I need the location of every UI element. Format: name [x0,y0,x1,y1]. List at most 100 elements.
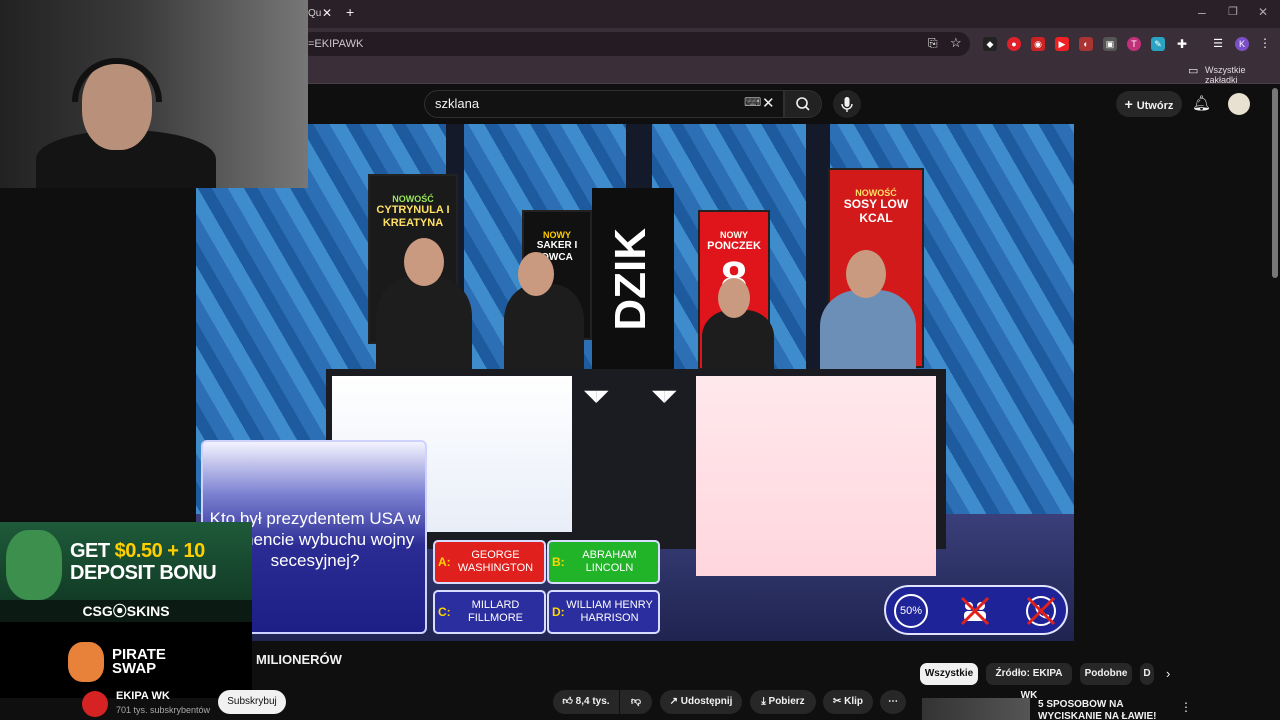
thumbs-down-icon: 👎︎ [630,696,642,707]
pirateswap-logo: PIRATE SWAP [112,647,166,676]
extension-icon[interactable]: ◐ [1079,37,1093,51]
search-icon [796,97,810,111]
extensions-puzzle-icon[interactable]: ✚ [1175,37,1189,51]
all-bookmarks-link[interactable]: Wszystkie zakładki [1205,65,1280,85]
ask-audience-used-icon [958,594,992,628]
person-contestant-2 [820,290,916,380]
share-icon: ↗ [669,696,681,707]
answer-a: A: GEORGE WASHINGTON [433,540,546,584]
person-host-1 [376,276,472,376]
create-label: Utwórz [1136,100,1174,112]
download-label: Pobierz [768,696,805,707]
download-button[interactable]: ⤓ Pobierz [750,690,816,714]
person-head [846,250,886,298]
answer-c: C: MILLARD FILLMORE [433,590,546,634]
create-button[interactable]: + Utwórz [1116,91,1182,117]
channel-name[interactable]: EKIPA WK [116,690,170,702]
new-tab-icon[interactable]: + [346,4,354,20]
person-host-2 [504,284,584,374]
profile-avatar[interactable]: K [1235,37,1249,51]
voice-search-button[interactable] [833,90,861,118]
answer-letter: C: [438,604,451,619]
folder-icon: ▭ [1188,65,1199,77]
answer-d: D: WILLIAM HENRY HARRISON [547,590,660,634]
channel-avatar[interactable] [82,691,108,717]
phone-friend-used-icon [1024,594,1058,628]
answer-letter: B: [552,554,565,569]
clip-button[interactable]: ✂ Klip [823,690,873,714]
answer-text: WILLIAM HENRY HARRISON [566,599,653,624]
banner-title: SOSY LOW KCAL [843,197,909,226]
csgskins-brand: CSG⦿SKINS [0,600,252,622]
answer-text: MILLARD FILLMORE [467,599,523,624]
subscribe-button[interactable]: Subskrybuj [218,690,286,714]
banner-new-label: NOWY [543,230,571,240]
bookmark-star-icon[interactable]: ☆ [950,35,962,51]
window-close-icon[interactable]: ✕ [1258,5,1268,19]
extension-icon[interactable]: ✎ [1151,37,1165,51]
chevron-right-icon[interactable]: › [1166,666,1170,681]
notifications-bell-icon[interactable]: 🔔︎ [1192,94,1211,112]
reading-list-icon[interactable]: ☰ [1211,37,1225,51]
chip-more[interactable]: D [1140,663,1154,685]
chip-similar[interactable]: Podobne [1080,663,1132,685]
share-label: Udostępnij [680,696,733,707]
banner-new-label: NOWY [720,230,748,240]
extension-icon[interactable]: ● [1007,37,1021,51]
extension-icon[interactable]: ▣ [1103,37,1117,51]
plus-icon: + [1124,96,1137,112]
search-button[interactable] [784,90,822,118]
account-avatar[interactable] [1228,93,1250,115]
person-head [404,238,444,286]
extension-icon[interactable]: ◉ [1031,37,1045,51]
like-button[interactable]: 👍︎ 8,4 tys. [553,690,619,714]
desk-screen-right [696,376,936,576]
subscriber-count: 701 tys. subskrybentów [116,705,211,715]
share-button[interactable]: ↗ Udostępnij [660,690,742,714]
video-title: MILIONERÓW [256,652,342,667]
keyboard-icon[interactable]: ⌨ [744,95,761,109]
install-app-icon[interactable]: ⎘ [928,36,938,51]
answer-text: GEORGE WASHINGTON [457,549,534,574]
more-icon: ⋯ [888,696,898,707]
recommended-thumbnail[interactable] [922,698,1030,720]
banner-new-label: NOWOŚĆ [392,194,434,204]
download-icon: ⤓ [761,696,769,707]
search-input[interactable]: szklana [424,90,784,118]
answer-b: B: ABRAHAM LINCOLN [547,540,660,584]
clear-search-icon[interactable]: ✕ [762,94,775,112]
chip-source[interactable]: Źródło: EKIPA WK [986,663,1072,701]
microphone-icon [841,97,853,112]
more-actions-button[interactable]: ⋯ [880,690,906,714]
clip-label: Klip [844,696,864,707]
minimize-icon[interactable]: – [1198,4,1206,20]
ad-headline-1: GET $0.50 + 10 [70,540,205,563]
extension-icon[interactable]: ◆ [983,37,997,51]
youtube-extension-icon[interactable]: ▶ [1055,37,1069,51]
close-tab-icon[interactable]: ✕ [322,6,332,20]
more-options-icon[interactable]: ⋮ [1180,700,1192,714]
brand-tower: DZIK [592,188,674,388]
browser-menu-icon[interactable]: ⋮ [1259,36,1271,50]
extension-icon[interactable]: T [1127,37,1141,51]
ad-headline-get: GET [70,540,115,562]
pirate-mascot-icon [68,642,104,682]
ad-headline-2: DEPOSIT BONU [70,562,217,584]
tab-title[interactable]: Qu [308,8,321,19]
banner-title: CYTRYNULA I KREATYNA [376,204,450,229]
maximize-icon[interactable]: ❐ [1228,5,1238,18]
recommended-title[interactable]: 5 SPOSOBÓW NA WYCISKANIE NA ŁAWIE! *KLAM… [1038,699,1178,720]
banner-title: PONCZEK [707,240,761,253]
mascot-illustration [6,530,62,600]
ad-bonus-amount: $0.50 + 10 [114,540,206,562]
boar-logo-icon: ◥◤ [652,388,677,405]
dislike-button[interactable]: 👎︎ [620,690,652,714]
chip-all[interactable]: Wszystkie [920,663,978,685]
fifty-fifty-lifeline: 50% [894,594,928,628]
answer-text: ABRAHAM LINCOLN [582,549,637,574]
scissors-icon: ✂ [832,696,845,707]
address-bar[interactable]: =EKIPAWK [300,32,970,56]
answer-letter: D: [552,604,565,619]
page-scrollbar[interactable] [1272,88,1278,278]
person-contestant-1 [702,310,774,376]
